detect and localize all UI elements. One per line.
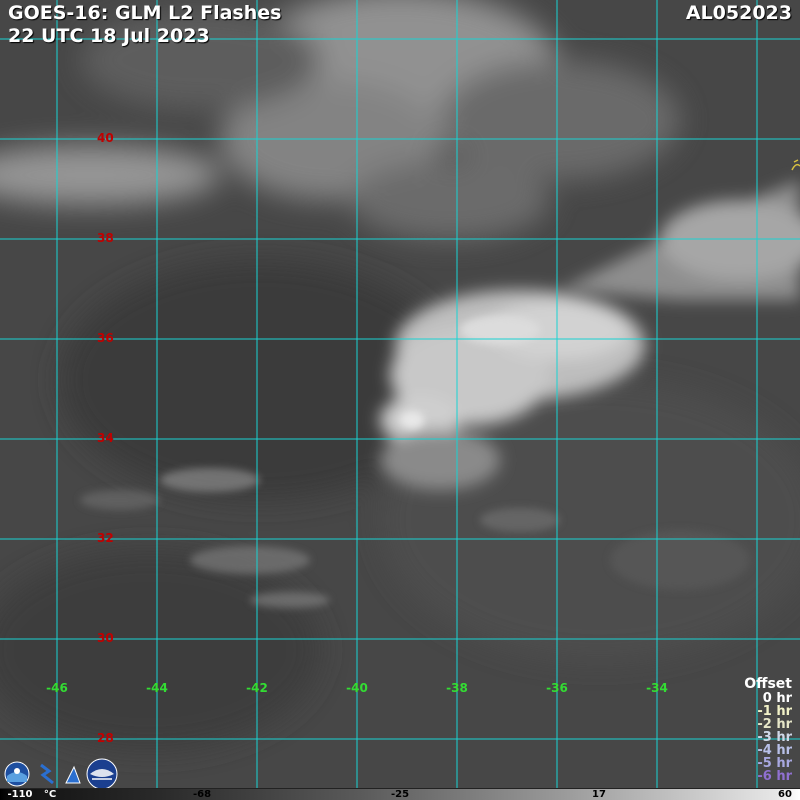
lon-label: -34	[646, 681, 668, 695]
nesdis-logo-icon	[34, 761, 60, 787]
lat-label: 34	[97, 431, 114, 445]
legend-heading: Offset	[744, 676, 792, 692]
product-title: GOES-16: GLM L2 Flashes	[8, 2, 282, 24]
cira-logo-icon	[64, 761, 82, 787]
colorbar-label: 60	[778, 789, 792, 800]
lon-label: -38	[446, 681, 468, 695]
image-datetime: 22 UTC 18 Jul 2023	[8, 25, 210, 47]
agency-logos	[4, 758, 118, 790]
lon-label: -44	[146, 681, 168, 695]
lat-label: 30	[97, 631, 114, 645]
lon-label: -46	[46, 681, 68, 695]
lat-label: 40	[97, 131, 114, 145]
lat-label: 38	[97, 231, 114, 245]
noaa-logo-icon	[4, 761, 30, 787]
colorbar-label: -25	[390, 789, 410, 800]
lon-label: -36	[546, 681, 568, 695]
storm-id: AL052023	[685, 2, 792, 24]
rammb-logo-icon	[86, 758, 118, 790]
lon-label: -42	[246, 681, 268, 695]
time-offset-legend: Offset 0 hr -1 hr -2 hr -3 hr -4 hr -5 h…	[744, 676, 792, 784]
lat-label: 36	[97, 331, 114, 345]
colorbar-unit: °C	[43, 789, 57, 800]
legend-item: -6 hr	[757, 769, 792, 784]
colorbar-label: -68	[192, 789, 212, 800]
lat-lon-grid	[0, 0, 800, 788]
coastline-fragment	[791, 159, 800, 171]
colorbar-label: -110	[7, 789, 33, 800]
lat-label: 28	[97, 731, 114, 745]
colorbar-label: 17	[592, 789, 606, 800]
satellite-image-view: GOES-16: GLM L2 Flashes 22 UTC 18 Jul 20…	[0, 0, 800, 800]
lat-label: 32	[97, 531, 114, 545]
lon-label: -40	[346, 681, 368, 695]
